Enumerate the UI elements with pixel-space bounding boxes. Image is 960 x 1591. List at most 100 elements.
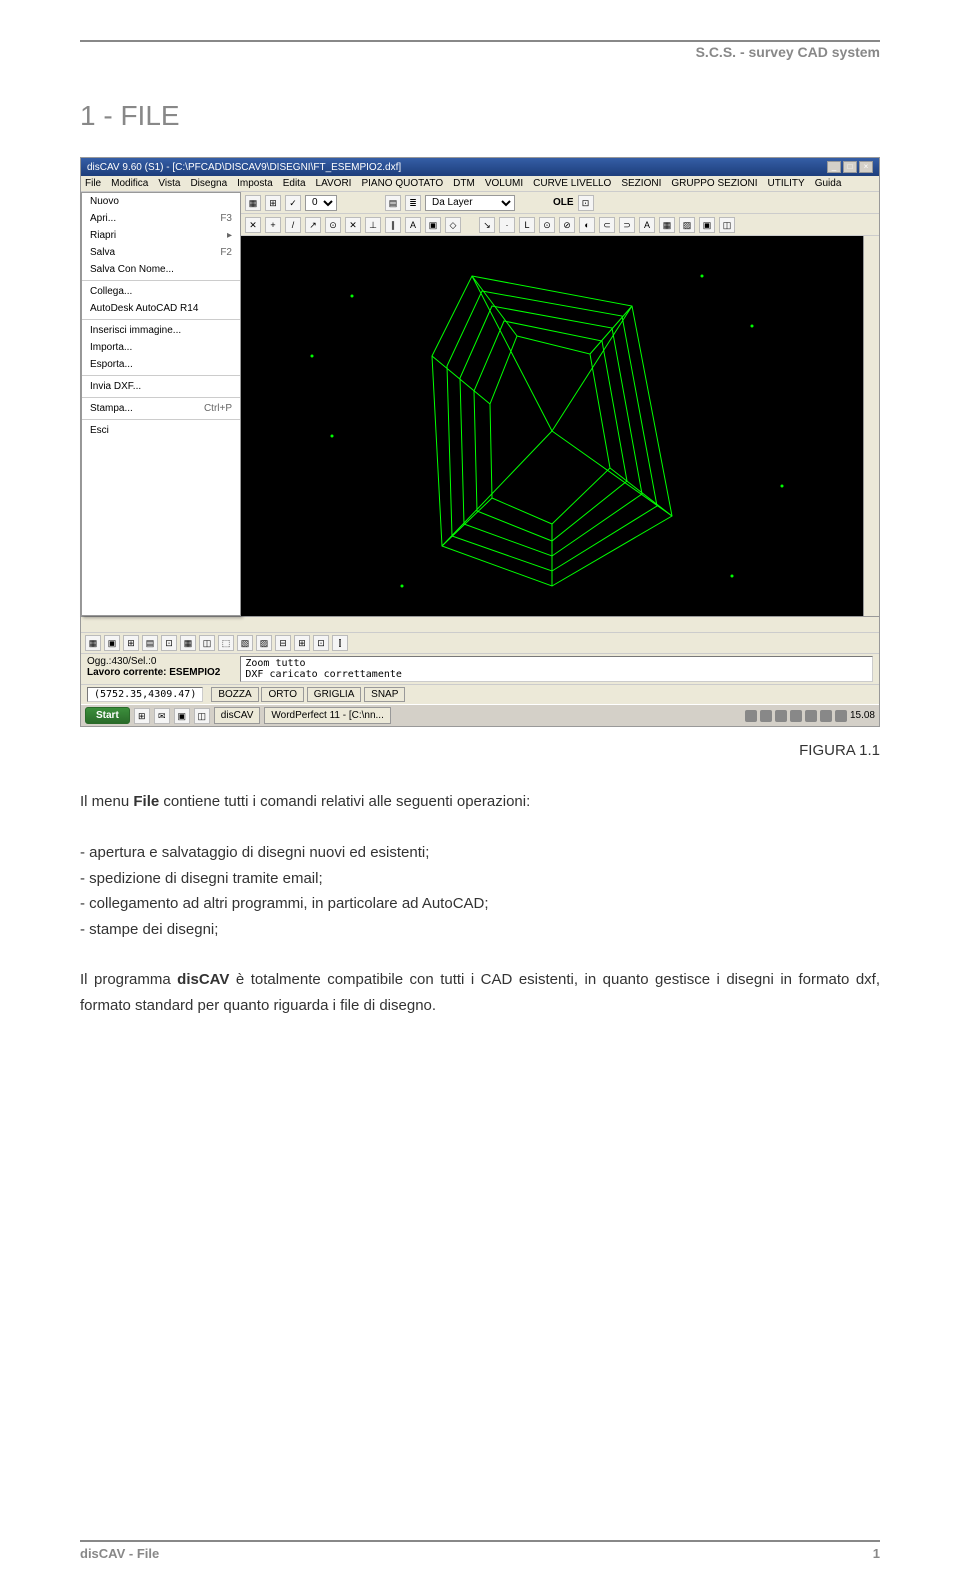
tray-icon[interactable] (820, 710, 832, 722)
tool-icon[interactable]: ✕ (245, 217, 261, 233)
menu-item[interactable]: Disegna (190, 178, 227, 189)
file-menu-item[interactable]: Riapri▸ (82, 227, 240, 244)
tray-icon[interactable] (805, 710, 817, 722)
tool-icon[interactable]: ⊥ (365, 217, 381, 233)
tool-icon[interactable]: ▣ (104, 635, 120, 651)
quicklaunch-icon[interactable]: ▣ (174, 708, 190, 724)
tool-icon[interactable]: ▦ (245, 195, 261, 211)
tool-icon[interactable]: ≣ (405, 195, 421, 211)
menu-item[interactable]: UTILITY (767, 178, 804, 189)
layer-select[interactable]: 0 (305, 195, 337, 211)
tool-icon[interactable]: ⫿ (332, 635, 348, 651)
mode-toggle[interactable]: GRIGLIA (307, 687, 362, 702)
close-button[interactable]: × (859, 161, 873, 173)
tool-icon[interactable]: ⊘ (559, 217, 575, 233)
mode-toggle[interactable]: BOZZA (211, 687, 258, 702)
tool-icon[interactable]: ⊂ (599, 217, 615, 233)
menu-item[interactable]: Imposta (237, 178, 273, 189)
file-menu-item[interactable]: Inserisci immagine... (82, 322, 240, 339)
menu-item[interactable]: Vista (158, 178, 180, 189)
mode-toggle[interactable]: ORTO (261, 687, 304, 702)
taskbar-app[interactable]: WordPerfect 11 - [C:\nn... (264, 707, 390, 724)
tray-icon[interactable] (775, 710, 787, 722)
tray-icon[interactable] (745, 710, 757, 722)
tool-icon[interactable]: ⊟ (275, 635, 291, 651)
file-menu-item[interactable]: Esporta... (82, 356, 240, 373)
tool-icon[interactable]: ⊞ (123, 635, 139, 651)
tool-icon[interactable]: ▨ (256, 635, 272, 651)
menu-item[interactable]: File (85, 178, 101, 189)
horizontal-scrollbar[interactable] (81, 616, 879, 632)
tool-icon[interactable]: · (499, 217, 515, 233)
tool-icon[interactable]: ◇ (445, 217, 461, 233)
file-menu-item[interactable]: Nuovo (82, 193, 240, 210)
tool-icon[interactable]: ◐ (579, 217, 595, 233)
tool-icon[interactable]: ◫ (199, 635, 215, 651)
dalayer-select[interactable]: Da Layer (425, 195, 515, 211)
minimize-button[interactable]: _ (827, 161, 841, 173)
mode-toggle[interactable]: SNAP (364, 687, 405, 702)
file-menu-item[interactable]: Importa... (82, 339, 240, 356)
tool-icon[interactable]: ⊃ (619, 217, 635, 233)
tool-icon[interactable]: A (639, 217, 655, 233)
tool-icon[interactable]: ▤ (142, 635, 158, 651)
menu-item[interactable]: CURVE LIVELLO (533, 178, 611, 189)
tool-icon[interactable]: ▨ (679, 217, 695, 233)
tool-icon[interactable]: / (285, 217, 301, 233)
tool-icon[interactable]: ▤ (385, 195, 401, 211)
file-menu-item[interactable]: Collega... (82, 283, 240, 300)
tool-icon[interactable]: ⊙ (325, 217, 341, 233)
taskbar-app[interactable]: disCAV (214, 707, 261, 724)
status-message-1: Zoom tutto (245, 658, 868, 669)
tool-icon[interactable]: ⊞ (294, 635, 310, 651)
tool-icon[interactable]: ⬚ (218, 635, 234, 651)
menu-item[interactable]: Edita (283, 178, 306, 189)
menu-item[interactable]: VOLUMI (485, 178, 523, 189)
menu-item[interactable]: DTM (453, 178, 475, 189)
tool-icon[interactable]: ⊡ (313, 635, 329, 651)
tool-icon[interactable]: ▦ (85, 635, 101, 651)
tool-icon[interactable]: ▧ (237, 635, 253, 651)
quicklaunch-icon[interactable]: ⊞ (134, 708, 150, 724)
file-menu-item[interactable]: Stampa...Ctrl+P (82, 400, 240, 417)
menu-item[interactable]: Modifica (111, 178, 148, 189)
file-menu-item[interactable]: AutoDesk AutoCAD R14 (82, 300, 240, 317)
figure-caption: FIGURA 1.1 (80, 742, 880, 759)
tray-icon[interactable] (835, 710, 847, 722)
file-menu-item[interactable]: Salva Con Nome... (82, 261, 240, 278)
quicklaunch-icon[interactable]: ✉ (154, 708, 170, 724)
menu-item[interactable]: GRUPPO SEZIONI (671, 178, 757, 189)
tool-icon[interactable]: L (519, 217, 535, 233)
file-menu-item[interactable]: SalvaF2 (82, 244, 240, 261)
menu-item[interactable]: SEZIONI (621, 178, 661, 189)
tool-icon[interactable]: ∥ (385, 217, 401, 233)
tray-icon[interactable] (790, 710, 802, 722)
start-button[interactable]: Start (85, 707, 130, 724)
tool-icon[interactable]: ▦ (659, 217, 675, 233)
vertical-scrollbar[interactable] (863, 236, 879, 616)
file-menu-item[interactable]: Invia DXF... (82, 378, 240, 395)
menu-item[interactable]: PIANO QUOTATO (361, 178, 443, 189)
file-menu-item[interactable]: Esci (82, 422, 240, 439)
tool-icon[interactable]: ⊡ (578, 195, 594, 211)
tool-icon[interactable]: ↘ (479, 217, 495, 233)
file-menu-item[interactable]: Apri...F3 (82, 210, 240, 227)
tool-icon[interactable]: + (265, 217, 281, 233)
tool-icon[interactable]: ◫ (719, 217, 735, 233)
tool-icon[interactable]: ⊞ (265, 195, 281, 211)
tool-icon[interactable]: ▣ (699, 217, 715, 233)
drawing-canvas[interactable] (241, 236, 863, 616)
tool-icon[interactable]: ▦ (180, 635, 196, 651)
tray-icon[interactable] (760, 710, 772, 722)
tool-icon[interactable]: ⊡ (161, 635, 177, 651)
maximize-button[interactable]: □ (843, 161, 857, 173)
menu-item[interactable]: Guida (815, 178, 842, 189)
tool-icon[interactable]: ✓ (285, 195, 301, 211)
tool-icon[interactable]: A (405, 217, 421, 233)
tool-icon[interactable]: ↗ (305, 217, 321, 233)
tool-icon[interactable]: ▣ (425, 217, 441, 233)
quicklaunch-icon[interactable]: ◫ (194, 708, 210, 724)
tool-icon[interactable]: ⊙ (539, 217, 555, 233)
menu-item[interactable]: LAVORI (316, 178, 352, 189)
tool-icon[interactable]: ✕ (345, 217, 361, 233)
